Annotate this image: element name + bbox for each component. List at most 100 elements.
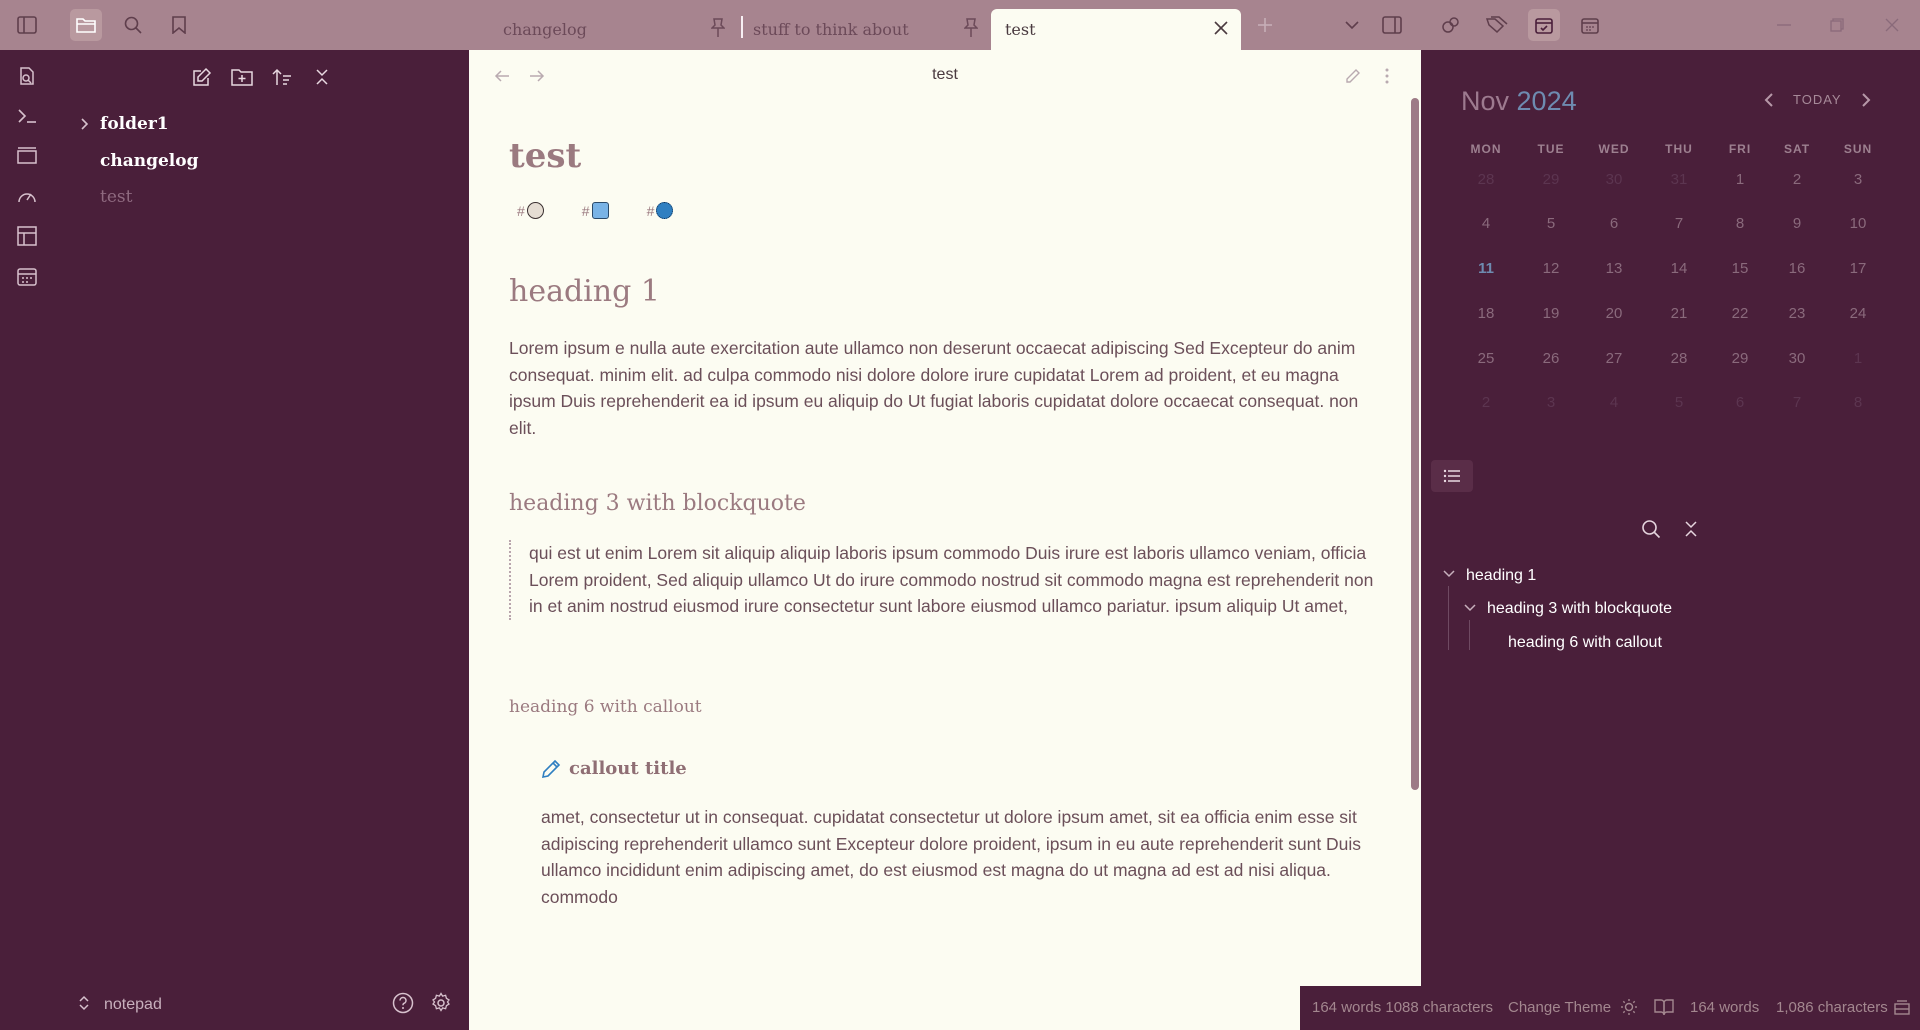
calendar-day[interactable]: 23 [1767,305,1827,322]
new-note-icon[interactable] [187,62,217,92]
today-button[interactable]: TODAY [1793,92,1842,107]
callout-title[interactable]: callout title [541,758,1411,779]
scrollbar[interactable] [1411,98,1419,790]
chevron-down-icon[interactable] [1464,603,1476,613]
window-close-icon[interactable] [1872,9,1912,41]
heading-6[interactable]: heading 6 with callout [509,697,1379,717]
outline-item[interactable]: heading 1 [1466,567,1536,585]
outline-list-icon[interactable] [1431,460,1473,492]
calendar-day[interactable]: 25 [1456,350,1516,367]
calendar-day-other-month[interactable]: 6 [1710,394,1770,411]
prev-month-icon[interactable] [1757,88,1781,112]
calendar-day[interactable]: 13 [1584,260,1644,277]
calendar-day[interactable]: 16 [1767,260,1827,277]
collapse-all-icon[interactable] [1678,516,1704,542]
calendar-day[interactable]: 29 [1710,350,1770,367]
calendar-day-other-month[interactable]: 30 [1584,171,1644,188]
calendar-day[interactable]: 7 [1649,215,1709,232]
calendar-day-other-month[interactable]: 7 [1767,394,1827,411]
calendar-day[interactable]: 10 [1828,215,1888,232]
edit-pencil-icon[interactable] [1340,63,1366,89]
outline-item[interactable]: heading 6 with callout [1508,634,1662,652]
calendar-day[interactable]: 30 [1767,350,1827,367]
calendar-day[interactable]: 21 [1649,305,1709,322]
gauge-icon[interactable] [13,182,41,210]
calendar-day-other-month[interactable]: 4 [1584,394,1644,411]
minimize-icon[interactable] [1764,9,1804,41]
calendar-day[interactable]: 4 [1456,215,1516,232]
collapse-all-icon[interactable] [307,62,337,92]
new-folder-icon[interactable] [227,62,257,92]
reading-mode-icon[interactable] [1654,998,1674,1016]
calendar-day[interactable]: 15 [1710,260,1770,277]
tags-icon[interactable] [1481,9,1513,41]
heading-1[interactable]: heading 1 [509,274,1379,309]
view-header-title[interactable]: test [469,66,1421,84]
canvas-icon[interactable] [13,142,41,170]
settings-gear-icon[interactable] [430,992,452,1014]
calendar-day-other-month[interactable]: 5 [1649,394,1709,411]
calendar-icon[interactable] [13,262,41,290]
search-icon[interactable] [117,9,149,41]
vault-switcher-icon[interactable] [78,994,90,1012]
folder-item[interactable]: folder1 [100,114,169,134]
sidebar-toggle-icon[interactable] [11,9,43,41]
calendar-day[interactable]: 9 [1767,215,1827,232]
calendar-day[interactable]: 8 [1710,215,1770,232]
calendar-day[interactable]: 28 [1649,350,1709,367]
calendar-day[interactable]: 3 [1828,171,1888,188]
heading-3[interactable]: heading 3 with blockquote [509,491,1379,516]
open-file-icon[interactable] [13,62,41,90]
calendar-day[interactable]: 20 [1584,305,1644,322]
note-title[interactable]: test [509,136,1379,176]
sort-icon[interactable] [267,62,297,92]
tag[interactable]: # [639,202,682,219]
tab-changelog[interactable]: changelog [503,9,733,50]
calendar-day[interactable]: 14 [1649,260,1709,277]
outline-item[interactable]: heading 3 with blockquote [1487,600,1672,618]
calendar-day[interactable]: 18 [1456,305,1516,322]
chevron-down-icon[interactable] [1443,569,1455,579]
pin-icon[interactable] [964,18,978,38]
calendar-day-other-month[interactable]: 28 [1456,171,1516,188]
new-tab-icon[interactable] [1249,9,1281,41]
calendar-day-today[interactable]: 11 [1456,260,1516,277]
calendar-day[interactable]: 6 [1584,215,1644,232]
calendar-day[interactable]: 26 [1521,350,1581,367]
change-theme-button[interactable]: Change Theme [1508,999,1611,1016]
calendar-day[interactable]: 24 [1828,305,1888,322]
calendar-day[interactable]: 1 [1710,171,1770,188]
next-month-icon[interactable] [1854,88,1878,112]
bookmark-icon[interactable] [163,9,195,41]
calendar-day-other-month[interactable]: 29 [1521,171,1581,188]
layout-icon[interactable] [13,222,41,250]
right-sidebar-toggle-icon[interactable] [1376,9,1408,41]
paragraph[interactable]: Lorem ipsum e nulla aute exercitation au… [509,335,1379,441]
file-item-test[interactable]: test [100,187,132,207]
restore-icon[interactable] [1817,9,1857,41]
calendar-icon[interactable] [1574,9,1606,41]
pin-icon[interactable] [711,18,725,38]
calendar-day-other-month[interactable]: 1 [1828,350,1888,367]
callout-body[interactable]: amet, consectetur ut in consequat. cupid… [541,804,1371,910]
more-options-icon[interactable] [1374,63,1400,89]
chevron-down-icon[interactable] [1336,9,1368,41]
sun-icon[interactable] [1620,998,1638,1016]
calendar-day[interactable]: 19 [1521,305,1581,322]
calendar-day-other-month[interactable]: 2 [1456,394,1516,411]
tag[interactable]: # [574,202,617,219]
calendar-day[interactable]: 2 [1767,171,1827,188]
tab-test[interactable]: test [991,9,1241,50]
close-icon[interactable] [1213,20,1229,36]
search-icon[interactable] [1638,516,1664,542]
blockquote[interactable]: qui est ut enim Lorem sit aliquip aliqui… [509,540,1389,620]
calendar-day[interactable]: 27 [1584,350,1644,367]
sync-status-icon[interactable] [1894,999,1910,1015]
vault-name[interactable]: notepad [104,996,162,1014]
terminal-icon[interactable] [13,102,41,130]
calendar-day[interactable]: 17 [1828,260,1888,277]
calendar-day[interactable]: 5 [1521,215,1581,232]
calendar-check-icon[interactable] [1528,9,1560,41]
calendar-day-other-month[interactable]: 3 [1521,394,1581,411]
calendar-day-other-month[interactable]: 31 [1649,171,1709,188]
